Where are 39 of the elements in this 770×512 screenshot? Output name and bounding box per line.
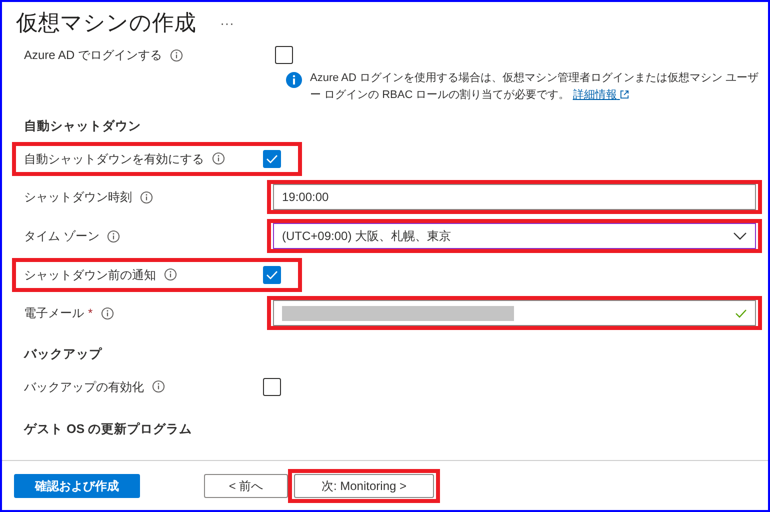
footer-button[interactable]: < 前へ — [204, 474, 288, 498]
required-mark: * — [88, 305, 93, 322]
info-icon[interactable] — [152, 380, 165, 393]
info-icon[interactable] — [212, 152, 225, 166]
footer-button[interactable]: 次: Monitoring > — [294, 474, 434, 498]
learn-more-link[interactable]: 詳細情報 — [572, 88, 629, 100]
info-icon[interactable] — [100, 306, 114, 320]
footer-button[interactable]: 確認および作成 — [14, 474, 140, 498]
info-icon — [286, 72, 302, 88]
field-label: タイム ゾーン — [24, 228, 100, 246]
info-icon[interactable] — [164, 268, 177, 282]
time-field[interactable]: 19:00:00 — [273, 184, 756, 210]
field-label: シャットダウン時刻 — [24, 189, 132, 206]
section-heading: ゲスト OS の更新プログラム — [22, 420, 194, 438]
section-heading: 自動シャットダウン — [23, 118, 142, 135]
checkbox[interactable] — [263, 378, 281, 396]
field-label: 電子メール — [24, 305, 84, 322]
checkmark-icon — [266, 154, 278, 164]
info-icon[interactable] — [170, 48, 184, 62]
checkbox[interactable] — [263, 266, 281, 284]
info-text: Azure AD ログインを使用する場合は、仮想マシン管理者ログインまたは仮想マシン ユーザー ログインの RBAC ロールの割り当てが必要です。 詳細情報 — [310, 70, 760, 102]
field-label: Azure AD でログインする — [24, 47, 162, 64]
more-button[interactable]: ··· — [220, 12, 234, 34]
email-field[interactable] — [273, 300, 756, 326]
section-heading: バックアップ — [22, 346, 103, 363]
field-label: バックアップの有効化 — [24, 378, 144, 396]
page-title: 仮想マシンの作成 — [16, 10, 196, 36]
field-value: (UTC+09:00) 大阪、札幌、東京 — [282, 228, 452, 246]
field-value: 19:00:00 — [282, 189, 329, 206]
chevron-down-icon — [733, 232, 747, 240]
timezone-dropdown[interactable]: (UTC+09:00) 大阪、札幌、東京 — [273, 223, 756, 250]
info-icon[interactable] — [140, 190, 153, 204]
checkmark-icon — [266, 270, 278, 280]
field-label: シャットダウン前の通知 — [24, 266, 156, 284]
info-icon[interactable] — [107, 230, 120, 243]
external-link-icon — [620, 90, 629, 100]
checkbox[interactable] — [263, 150, 281, 168]
field-label: 自動シャットダウンを有効にする — [24, 150, 204, 168]
checkbox[interactable] — [275, 46, 293, 64]
